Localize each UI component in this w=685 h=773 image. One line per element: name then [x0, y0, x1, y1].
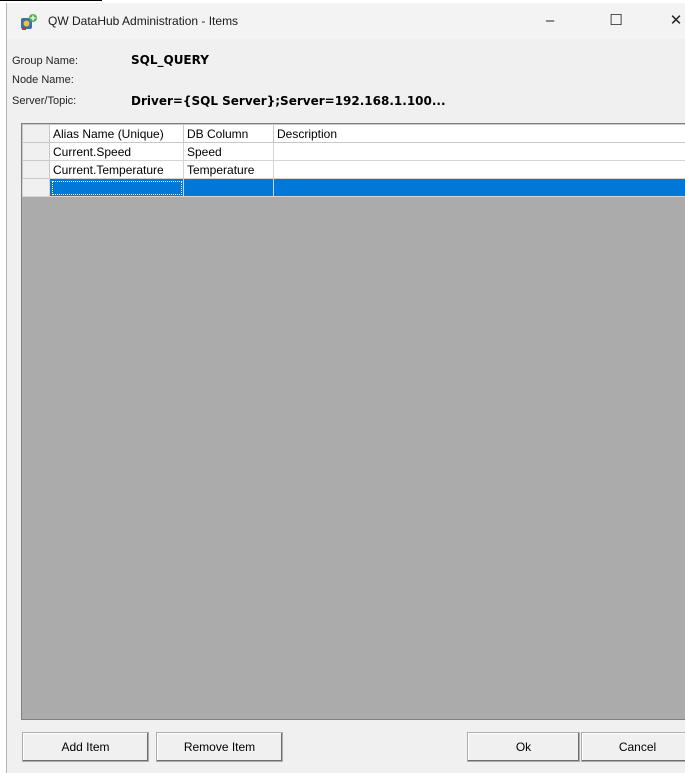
items-grid[interactable]: Alias Name (Unique) DB Column Descriptio… — [21, 123, 685, 720]
maximize-icon: ☐ — [609, 12, 623, 29]
dialog-window: QW DataHub Administration - Items – ☐ ✕ … — [6, 3, 685, 773]
group-name-label: Group Name: — [12, 55, 79, 67]
row-header[interactable] — [22, 178, 50, 197]
table-row[interactable]: Current.Speed Speed — [22, 142, 685, 161]
cancel-button[interactable]: Cancel — [581, 732, 685, 762]
minimize-button[interactable]: – — [527, 3, 573, 39]
corner-header[interactable] — [22, 124, 50, 143]
description-cell[interactable] — [273, 142, 685, 161]
table-row-new-selected[interactable] — [22, 178, 685, 197]
alias-cell[interactable] — [49, 178, 184, 197]
db-column-cell[interactable]: Speed — [183, 142, 274, 161]
node-name-label: Node Name: — [12, 74, 74, 86]
window-title: QW DataHub Administration - Items — [48, 14, 239, 28]
close-button[interactable]: ✕ — [653, 3, 685, 39]
column-header-description[interactable]: Description — [273, 124, 685, 143]
add-item-button[interactable]: Add Item — [22, 732, 149, 762]
column-header-alias[interactable]: Alias Name (Unique) — [49, 124, 184, 143]
server-topic-value: Driver={SQL Server};Server=192.168.1.100… — [131, 94, 446, 108]
ok-button[interactable]: Ok — [467, 732, 580, 762]
remove-item-button[interactable]: Remove Item — [156, 732, 283, 762]
description-cell[interactable] — [273, 160, 685, 179]
group-name-value: SQL_QUERY — [131, 53, 209, 67]
items-table: Alias Name (Unique) DB Column Descriptio… — [22, 124, 685, 197]
maximize-button[interactable]: ☐ — [593, 3, 639, 39]
title-bar[interactable]: QW DataHub Administration - Items – ☐ ✕ — [7, 3, 685, 39]
alias-cell[interactable]: Current.Speed — [49, 142, 184, 161]
row-header[interactable] — [22, 142, 50, 161]
close-icon: ✕ — [669, 12, 683, 29]
minimize-icon: – — [545, 12, 555, 29]
column-header-db-column[interactable]: DB Column — [183, 124, 274, 143]
table-header-row: Alias Name (Unique) DB Column Descriptio… — [22, 124, 685, 143]
db-column-cell[interactable]: Temperature — [183, 160, 274, 179]
server-topic-label: Server/Topic: — [12, 95, 77, 107]
top-border-line — [0, 0, 102, 1]
table-row[interactable]: Current.Temperature Temperature — [22, 160, 685, 179]
row-header[interactable] — [22, 160, 50, 179]
datahub-app-icon — [20, 13, 38, 31]
db-column-cell[interactable] — [183, 178, 274, 197]
description-cell[interactable] — [273, 178, 685, 197]
alias-cell[interactable]: Current.Temperature — [49, 160, 184, 179]
